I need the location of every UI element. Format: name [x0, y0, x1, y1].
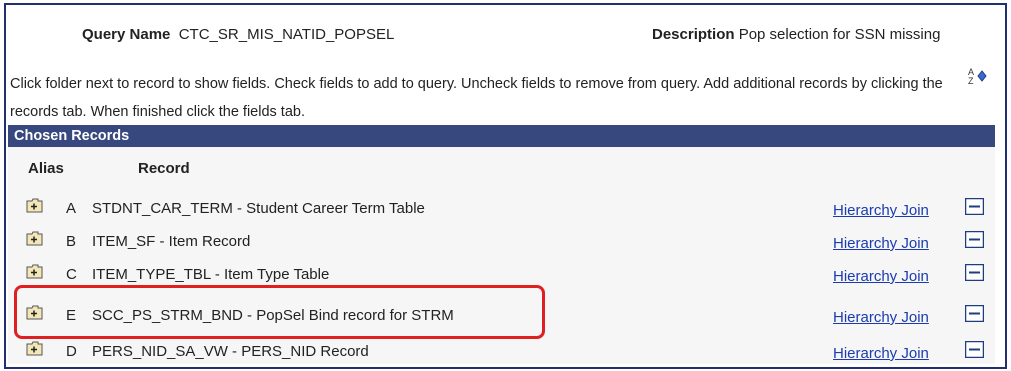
record-row: A STDNT_CAR_TERM - Student Career Term T…: [8, 198, 995, 226]
record-alias: D: [66, 343, 77, 360]
remove-record-icon[interactable]: [965, 264, 984, 281]
remove-record-icon[interactable]: [965, 231, 984, 248]
instructions-text: Click folder next to record to show fiel…: [10, 76, 943, 120]
remove-record-icon[interactable]: [965, 198, 984, 215]
folder-expand-icon[interactable]: [26, 198, 43, 213]
hierarchy-join-link[interactable]: Hierarchy Join: [833, 345, 929, 362]
record-column-header: Record: [138, 160, 190, 177]
svg-text:Z: Z: [968, 76, 974, 86]
hierarchy-join-link[interactable]: Hierarchy Join: [833, 268, 929, 285]
description: Description Pop selection for SSN missin…: [652, 26, 940, 43]
alias-column-header: Alias: [28, 160, 64, 177]
record-alias: B: [66, 233, 77, 250]
record-alias: A: [66, 200, 77, 217]
description-value: Pop selection for SSN missing: [738, 26, 941, 43]
query-name: Query Name CTC_SR_MIS_NATID_POPSEL: [82, 26, 394, 43]
record-name: ITEM_SF - Item Record: [92, 233, 251, 250]
query-name-value: CTC_SR_MIS_NATID_POPSEL: [178, 26, 395, 43]
remove-record-icon[interactable]: [965, 341, 984, 358]
folder-expand-icon[interactable]: [26, 341, 43, 356]
hierarchy-join-link[interactable]: Hierarchy Join: [833, 202, 929, 219]
description-label: Description: [652, 26, 735, 43]
hierarchy-join-link[interactable]: Hierarchy Join: [833, 235, 929, 252]
record-row: B ITEM_SF - Item Record Hierarchy Join: [8, 231, 995, 259]
chosen-records-header: Chosen Records: [8, 125, 995, 147]
record-row: D PERS_NID_SA_VW - PERS_NID Record Hiera…: [8, 341, 995, 369]
record-alias: C: [66, 266, 77, 283]
record-name: ITEM_TYPE_TBL - Item Type Table: [92, 266, 330, 283]
highlight-annotation: [14, 285, 545, 339]
query-name-label: Query Name: [82, 26, 171, 43]
remove-record-icon[interactable]: [965, 305, 984, 322]
folder-expand-icon[interactable]: [26, 264, 43, 279]
hierarchy-join-link[interactable]: Hierarchy Join: [833, 309, 929, 326]
folder-expand-icon[interactable]: [26, 231, 43, 246]
record-name: PERS_NID_SA_VW - PERS_NID Record: [92, 343, 369, 360]
sort-icon[interactable]: A Z: [966, 66, 988, 86]
record-name: STDNT_CAR_TERM - Student Career Term Tab…: [92, 200, 425, 217]
